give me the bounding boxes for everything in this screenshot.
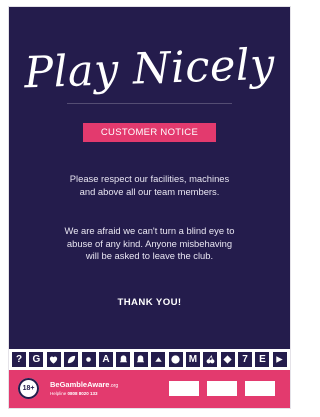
brand-name: BeGambleAware	[50, 380, 110, 389]
helpline: Helpline 0808 8020 133	[50, 391, 98, 396]
footer-bar: 18+ BeGambleAware.org Helpline 0808 8020…	[9, 370, 290, 408]
thank-you-text: THANK YOU!	[117, 297, 182, 308]
tile-letter: M	[188, 354, 198, 365]
chevron-icon-glyph	[154, 357, 162, 362]
arrow-icon	[272, 352, 287, 367]
game-icon-strip: ? G A M 7 E	[9, 349, 290, 370]
footer-badge	[169, 381, 199, 396]
tile-letter: 7	[242, 354, 248, 365]
tile-letter: E	[259, 354, 266, 365]
letter-tile: G	[29, 352, 44, 367]
dot-icon-glyph	[86, 357, 91, 362]
footer-badge	[245, 381, 275, 396]
leaf-icon-glyph	[67, 355, 75, 364]
tile-letter: ?	[15, 354, 23, 365]
tile-letter: G	[32, 354, 41, 365]
bell-icon	[133, 352, 148, 367]
footer-badge	[207, 381, 237, 396]
letter-tile: A	[98, 352, 113, 367]
age-restriction-badge: 18+	[18, 378, 39, 399]
heart-icon	[46, 352, 61, 367]
leaf-icon	[64, 352, 79, 367]
cherry-icon	[203, 352, 218, 367]
helpline-label: Helpline	[50, 391, 67, 396]
diamond-icon	[220, 352, 235, 367]
letter-tile: M	[185, 352, 200, 367]
helpline-number: 0808 8020 133	[67, 391, 98, 396]
poster-main-panel: Play Nicely CUSTOMER NOTICE Please respe…	[9, 7, 290, 349]
footer-badges	[169, 381, 275, 396]
begambleaware-logo: BeGambleAware.org	[50, 380, 118, 389]
customer-notice-badge: CUSTOMER NOTICE	[83, 123, 216, 142]
letter-tile: 7	[238, 352, 253, 367]
bell-icon-glyph	[119, 355, 128, 363]
diamond-icon-glyph	[223, 355, 232, 364]
bell-icon-glyph	[137, 355, 145, 363]
brand-domain: .org	[109, 383, 119, 389]
letter-tile: ?	[12, 352, 26, 367]
chevron-icon	[151, 352, 166, 367]
circle-icon	[168, 352, 183, 367]
cherry-icon-glyph	[206, 354, 215, 364]
respect-message: Please respect our facilities, machines …	[69, 173, 230, 197]
tile-letter: A	[102, 354, 110, 365]
customer-notice-poster: Play Nicely CUSTOMER NOTICE Please respe…	[9, 7, 290, 408]
letter-tile: E	[255, 352, 270, 367]
title-divider	[67, 103, 232, 104]
heart-icon-glyph	[50, 356, 58, 364]
abuse-warning-message: We are afraid we can't turn a blind eye …	[64, 225, 235, 261]
circle-icon-glyph	[171, 355, 180, 364]
arrow-icon-glyph	[276, 356, 284, 363]
dot-icon	[81, 352, 96, 367]
bell-icon	[116, 352, 131, 367]
poster-title: Play Nicely	[23, 39, 276, 99]
